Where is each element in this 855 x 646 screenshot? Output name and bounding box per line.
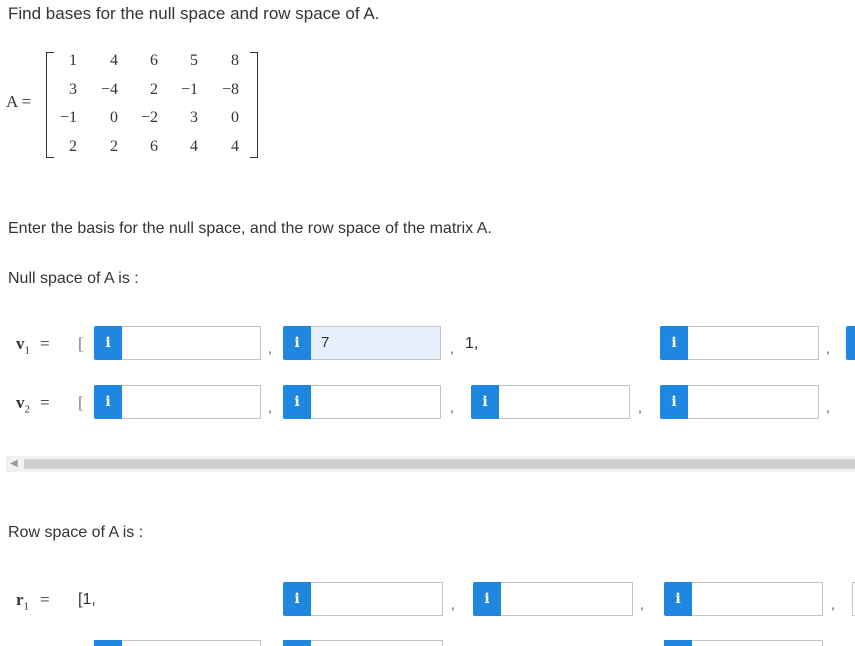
- matrix-cell: −2: [140, 109, 158, 126]
- matrix-cell: 5: [190, 52, 198, 69]
- matrix-cell: 3: [69, 81, 77, 98]
- matrix-cell: −8: [221, 81, 239, 98]
- v2-entry-4[interactable]: [688, 385, 819, 419]
- v1-symbol: v: [16, 334, 25, 353]
- r1-entry-3[interactable]: [501, 582, 633, 616]
- matrix-cell: 6: [150, 138, 158, 155]
- info-icon[interactable]: [283, 640, 311, 646]
- v2-entry-3[interactable]: [499, 385, 630, 419]
- r2-entry-4-clipped[interactable]: [692, 640, 823, 646]
- matrix-cell: −4: [100, 81, 118, 98]
- v2-open-bracket: [: [78, 393, 84, 412]
- info-icon[interactable]: i: [283, 385, 311, 419]
- v1-static-value: 1,: [465, 335, 479, 352]
- v2-entry-2[interactable]: [311, 385, 441, 419]
- comma: ,: [450, 340, 454, 356]
- matrix-cell: 6: [150, 52, 158, 69]
- comma: ,: [638, 399, 642, 415]
- v1-open-bracket: [: [78, 334, 84, 353]
- info-icon-clipped[interactable]: [846, 326, 855, 360]
- v1-subscript: 1: [24, 344, 31, 357]
- r1-entry-2[interactable]: [311, 582, 443, 616]
- matrix-cell: −1: [180, 81, 198, 98]
- r1-equals: =: [40, 590, 50, 609]
- r1-prefix: [1,: [78, 591, 96, 608]
- info-icon[interactable]: i: [660, 326, 688, 360]
- info-icon[interactable]: i: [660, 385, 688, 419]
- r1-symbol: r: [16, 590, 24, 609]
- v1-label: v1: [16, 334, 30, 356]
- v2-equals: =: [40, 393, 50, 412]
- matrix-cell: 2: [150, 81, 158, 98]
- matrix-cell: 4: [110, 52, 118, 69]
- matrix-right-bracket: [250, 52, 258, 158]
- info-icon[interactable]: i: [283, 326, 311, 360]
- scrollbar-thumb[interactable]: [24, 459, 855, 469]
- info-icon[interactable]: i: [471, 385, 499, 419]
- matrix-label: A =: [6, 92, 32, 111]
- info-icon[interactable]: [664, 640, 692, 646]
- r1-subscript: 1: [23, 600, 30, 613]
- comma: ,: [450, 399, 454, 415]
- r2-entry-2-clipped[interactable]: [311, 640, 443, 646]
- question-title: Find bases for the null space and row sp…: [8, 4, 380, 23]
- comma: ,: [451, 596, 455, 612]
- matrix-cell: 4: [231, 138, 239, 155]
- matrix-cell: 0: [231, 109, 239, 126]
- matrix-cell: 0: [110, 109, 118, 126]
- comma: ,: [831, 596, 835, 612]
- info-icon[interactable]: i: [283, 582, 311, 616]
- v2-entry-1[interactable]: [122, 385, 261, 419]
- null-space-heading: Null space of A is :: [8, 270, 139, 287]
- comma: ,: [640, 596, 644, 612]
- comma: ,: [826, 399, 830, 415]
- matrix-cell: 3: [190, 109, 198, 126]
- matrix-cell: 8: [231, 52, 239, 69]
- info-icon[interactable]: [94, 640, 122, 646]
- matrix-cell: 2: [110, 138, 118, 155]
- r1-label: r1: [16, 590, 29, 612]
- r2-entry-1-clipped[interactable]: [122, 640, 261, 646]
- v1-entry-1[interactable]: [122, 326, 261, 360]
- v2-label: v2: [16, 393, 30, 415]
- matrix-cell: −1: [59, 109, 77, 126]
- v1-entry-4[interactable]: [688, 326, 819, 360]
- instruction-text: Enter the basis for the null space, and …: [8, 220, 492, 237]
- info-icon[interactable]: i: [94, 385, 122, 419]
- row-space-heading: Row space of A is :: [8, 524, 144, 541]
- matrix-cell: 1: [69, 52, 77, 69]
- scroll-left-arrow-icon[interactable]: ◀: [10, 458, 18, 469]
- v1-entry-2[interactable]: 7: [311, 326, 441, 360]
- matrix-cell: 4: [190, 138, 198, 155]
- info-icon[interactable]: i: [94, 326, 122, 360]
- info-icon[interactable]: i: [664, 582, 692, 616]
- comma: ,: [268, 399, 272, 415]
- matrix-cell: 2: [69, 138, 77, 155]
- v1-equals: =: [40, 334, 50, 353]
- comma: ,: [826, 340, 830, 356]
- comma: ,: [268, 340, 272, 356]
- r1-entry-4[interactable]: [692, 582, 823, 616]
- v2-subscript: 2: [24, 403, 31, 416]
- info-icon[interactable]: i: [473, 582, 501, 616]
- v2-symbol: v: [16, 393, 25, 412]
